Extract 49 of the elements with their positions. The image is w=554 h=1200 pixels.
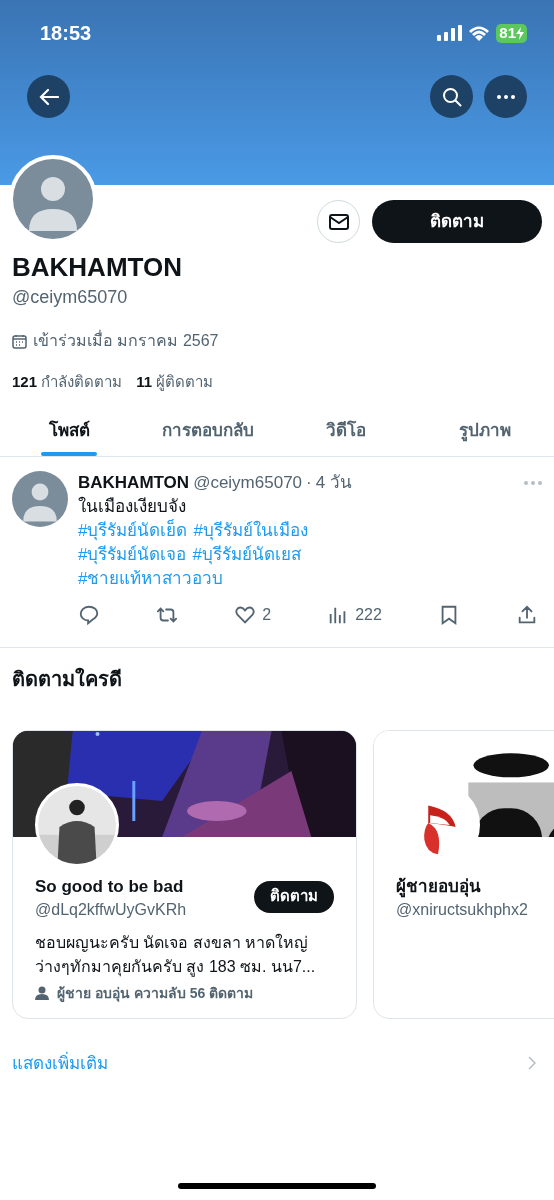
suggestion-meta: ผู้ชาย อบอุ่น ความลับ 56 ติดตาม	[57, 983, 254, 1004]
show-more-link[interactable]: แสดงเพิ่มเติม	[12, 1050, 108, 1076]
profile-handle: @ceiym65070	[12, 286, 129, 309]
separator-dot: ·	[306, 471, 312, 494]
suggestion-bio: ชอบผญนะครับ นัดเจอ สงขลา หาดใหญ่ ว่างๆทักมาคุยกันครับ สูง 183 ซม. นน7...	[35, 932, 317, 979]
hashtag-link[interactable]: #บุรีรัมย์ในเมือง	[193, 518, 308, 543]
post-time: 4 วัน	[315, 471, 352, 494]
profile-name: BAKHAMTON	[12, 251, 183, 284]
calendar-icon	[12, 333, 27, 349]
avatar-icon	[13, 159, 93, 239]
hashtag-link[interactable]: #บุรีรัมย์นัดเย็ด	[78, 518, 188, 543]
hashtag-link[interactable]: #บุรีรัมย์นัดเยส	[192, 542, 301, 567]
search-button[interactable]	[430, 75, 473, 118]
person-icon	[35, 986, 49, 1000]
post-text: ในเมืองเงียบจัง	[78, 495, 187, 518]
suggestion-handle: @dLq2kffwUyGvKRh	[35, 899, 187, 920]
back-button[interactable]	[27, 75, 70, 118]
suggestion-name: So good to be bad	[35, 875, 185, 898]
suggestion-name: ผู้ชายอบอุ่น	[396, 875, 482, 899]
hashtag-link[interactable]: #บุรีรัมย์นัดเจอ	[78, 542, 187, 567]
battery-indicator: 81	[496, 23, 527, 43]
more-button[interactable]	[484, 75, 527, 118]
profile-tab[interactable]: รูปภาพ	[415, 409, 554, 456]
avatar-icon	[12, 470, 68, 527]
charging-icon	[516, 26, 524, 40]
signal-icon	[437, 25, 463, 41]
more-icon	[496, 94, 515, 99]
post-handle: @ceiym65070	[193, 471, 303, 494]
like-count: 2	[262, 604, 272, 625]
share-icon[interactable]	[516, 603, 538, 626]
chevron-right-icon	[528, 1056, 536, 1071]
mail-icon	[328, 213, 349, 230]
status-time: 18:53	[40, 21, 92, 46]
wifi-icon	[468, 25, 491, 41]
profile-tab[interactable]: การตอบกลับ	[138, 409, 277, 456]
section-title: ติดตามใครดี	[11, 666, 123, 692]
following-link[interactable]: 121 กำลังติดตาม	[12, 371, 123, 394]
follow-button[interactable]: ติดตาม	[254, 880, 334, 913]
profile-tab[interactable]: วิดีโอ	[277, 409, 416, 456]
suggestion-handle: @xniructsukhphx2	[396, 899, 528, 920]
profile-tab[interactable]: โพสต์	[0, 409, 139, 456]
follow-button[interactable]: ติดตาม	[372, 200, 542, 243]
search-icon	[441, 86, 462, 107]
joined-date: เข้าร่วมเมื่อ มกราคม 2567	[33, 329, 219, 351]
reply-icon[interactable]	[78, 603, 100, 626]
post-author: BAKHAMTON	[78, 471, 190, 494]
followers-link[interactable]: 11 ผู้ติดตาม	[136, 371, 214, 394]
back-arrow-icon	[38, 87, 59, 106]
view-count: 222	[355, 604, 382, 625]
